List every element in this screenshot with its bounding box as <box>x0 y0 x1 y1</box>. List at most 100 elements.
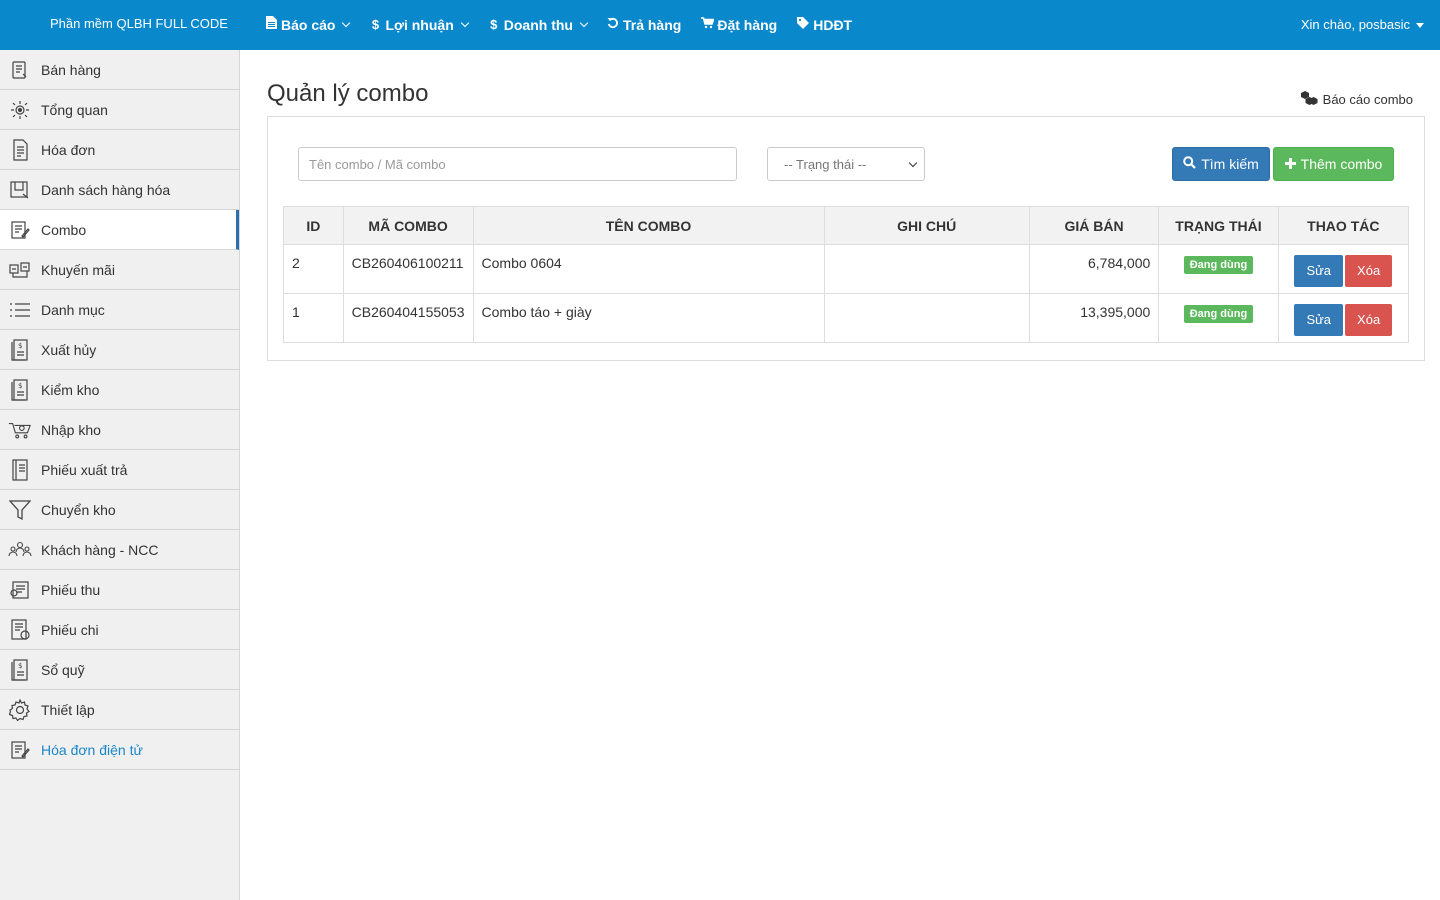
combo-panel: -- Trạng thái -- Tìm kiếm Thêm combo ID … <box>267 116 1425 361</box>
nav-bao-cao[interactable]: Báo cáo <box>255 0 359 50</box>
cell-note <box>823 293 1030 343</box>
cubes-icon <box>1300 91 1318 108</box>
sidebar-item-label: Kiểm kho <box>41 381 100 398</box>
table-header-row: ID MÃ COMBO TÊN COMBO GHI CHÚ GIÁ BÁN TR… <box>283 206 1410 245</box>
nav-loi-nhuan[interactable]: $ Lợi nhuận <box>359 0 477 50</box>
sidebar-item-thiet-lap[interactable]: Thiết lập <box>0 690 239 730</box>
receipt-icon <box>8 578 32 602</box>
sidebar-item-combo[interactable]: Combo <box>0 210 239 250</box>
sidebar-item-label: Phiếu xuất trả <box>41 461 128 478</box>
sidebar-item-hoa-don[interactable]: Hóa đơn <box>0 130 239 170</box>
column-header-price: GIÁ BÁN <box>1028 206 1160 245</box>
delete-button[interactable]: Xóa <box>1345 304 1393 336</box>
cell-code: CB260404155053 <box>342 293 474 343</box>
cell-id: 1 <box>283 293 344 343</box>
people-icon <box>8 538 32 562</box>
combo-report-link[interactable]: Báo cáo combo <box>1300 91 1413 108</box>
user-menu[interactable]: Xin chào, posbasic <box>1301 0 1424 50</box>
nav-label: Đặt hàng <box>717 17 778 33</box>
cell-price: 13,395,000 <box>1028 293 1160 343</box>
status-select-value: -- Trạng thái -- <box>784 156 867 172</box>
sidebar-item-label: Danh sách hàng hóa <box>41 181 171 198</box>
file-icon <box>265 0 277 50</box>
undo-icon <box>607 0 619 50</box>
sidebar-item-danh-sach-hang-hoa[interactable]: Danh sách hàng hóa <box>0 170 239 210</box>
search-input[interactable] <box>298 147 737 181</box>
nav-hddt[interactable]: HDĐT <box>787 0 862 50</box>
sidebar-item-label: Xuất hủy <box>41 341 97 358</box>
sidebar-item-danh-muc[interactable]: Danh mục <box>0 290 239 330</box>
status-badge: Đang dùng <box>1183 305 1254 323</box>
column-header-name: TÊN COMBO <box>472 206 825 245</box>
dollar-icon: $ <box>490 17 498 32</box>
status-badge: Đang dùng <box>1183 256 1254 274</box>
notebook-icon <box>8 458 32 482</box>
dollar-icon: $ <box>371 17 380 32</box>
chevron-down-icon <box>342 18 351 28</box>
sidebar-item-label: Thiết lập <box>41 701 95 718</box>
sidebar-item-hoa-don-dien-tu[interactable]: Hóa đơn điện tử <box>0 730 239 770</box>
tag-icon <box>797 0 810 50</box>
sidebar: Bán hàng Tổng quan Hóa đơn Danh sách hàn… <box>0 50 240 900</box>
sidebar-item-label: Phiếu thu <box>41 581 101 598</box>
svg-text:$: $ <box>18 662 22 670</box>
sidebar-item-label: Phiếu chi <box>41 621 99 638</box>
delete-button[interactable]: Xóa <box>1345 255 1393 287</box>
nav-label: Lợi nhuận <box>385 17 454 33</box>
cell-name: Combo 0604 <box>472 244 825 294</box>
chevron-down-icon <box>460 18 469 28</box>
sidebar-item-label: Tổng quan <box>41 101 108 118</box>
sidebar-item-ban-hang[interactable]: Bán hàng <box>0 50 239 90</box>
column-header-code: MÃ COMBO <box>342 206 474 245</box>
sidebar-item-label: Bán hàng <box>41 61 101 78</box>
sidebar-item-label: Combo <box>41 221 87 238</box>
column-header-id: ID <box>283 206 344 245</box>
list-icon <box>8 298 32 322</box>
chevron-down-icon <box>579 18 589 28</box>
sidebar-item-nhap-kho[interactable]: Nhập kho <box>0 410 239 450</box>
cell-actions: Sửa Xóa <box>1277 293 1410 343</box>
table-row: 1 CB260404155053 Combo táo + giày 13,395… <box>283 293 1410 343</box>
search-button[interactable]: Tìm kiếm <box>1172 147 1270 181</box>
nav-label: HDĐT <box>813 17 853 33</box>
sidebar-item-chuyen-kho[interactable]: Chuyển kho <box>0 490 239 530</box>
sidebar-item-xuat-huy[interactable]: $ Xuất hủy <box>0 330 239 370</box>
e-invoice-icon <box>8 738 32 762</box>
nav-doanh-thu[interactable]: $ Doanh thu <box>478 0 597 50</box>
status-select[interactable]: -- Trạng thái -- <box>767 147 925 181</box>
sidebar-item-phieu-chi[interactable]: Phiếu chi <box>0 610 239 650</box>
gear-icon <box>8 698 32 722</box>
column-header-status: TRẠNG THÁI <box>1158 206 1279 245</box>
cell-status: Đang dùng <box>1158 293 1279 343</box>
cell-price: 6,784,000 <box>1028 244 1160 294</box>
combo-icon <box>8 218 32 242</box>
cell-code: CB260406100211 <box>342 244 474 294</box>
edit-button[interactable]: Sửa <box>1294 304 1344 336</box>
promotion-icon <box>8 258 32 282</box>
sidebar-item-so-quy[interactable]: $ Sổ quỹ <box>0 650 239 690</box>
nav-tra-hang[interactable]: Trả hàng <box>597 0 691 50</box>
nav-dat-hang[interactable]: Đặt hàng <box>691 0 787 50</box>
sidebar-item-label: Nhập kho <box>41 421 101 438</box>
add-combo-button[interactable]: Thêm combo <box>1273 147 1394 181</box>
search-button-label: Tìm kiếm <box>1201 156 1259 172</box>
sales-icon <box>8 58 32 82</box>
add-combo-label: Thêm combo <box>1300 156 1383 172</box>
nav-label: Doanh thu <box>503 17 573 33</box>
sidebar-item-khuyen-mai[interactable]: Khuyến mãi <box>0 250 239 290</box>
edit-button[interactable]: Sửa <box>1294 255 1344 287</box>
cart-icon <box>701 0 715 50</box>
sidebar-item-label: Hóa đơn điện tử <box>41 741 143 758</box>
overview-icon <box>8 98 32 122</box>
sidebar-item-phieu-thu[interactable]: Phiếu thu <box>0 570 239 610</box>
sidebar-item-kiem-kho[interactable]: $ Kiểm kho <box>0 370 239 410</box>
app-brand[interactable]: Phần mềm QLBH FULL CODE <box>50 0 228 50</box>
nav-label: Báo cáo <box>281 17 336 33</box>
sidebar-item-tong-quan[interactable]: Tổng quan <box>0 90 239 130</box>
cell-name: Combo táo + giày <box>472 293 825 343</box>
dollar-doc-icon: $ <box>8 378 32 402</box>
sidebar-item-khach-hang-ncc[interactable]: Khách hàng - NCC <box>0 530 239 570</box>
sidebar-item-phieu-xuat-tra[interactable]: Phiếu xuất trả <box>0 450 239 490</box>
user-greeting: Xin chào, posbasic <box>1300 17 1410 32</box>
product-list-icon <box>8 178 32 202</box>
